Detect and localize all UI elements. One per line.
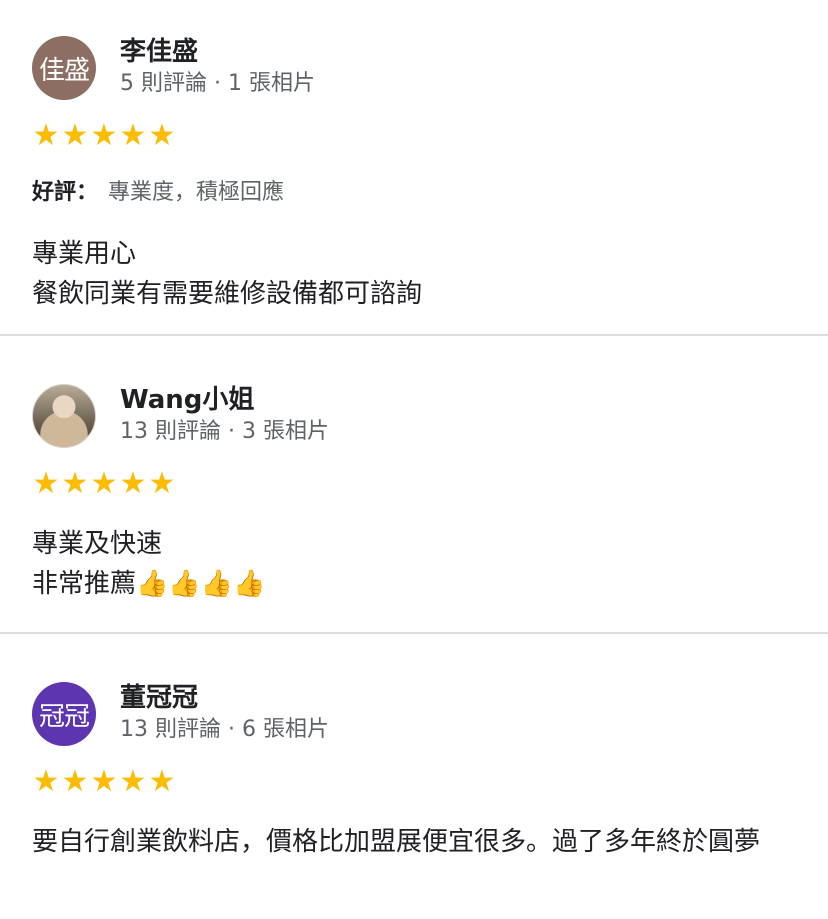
review-card: Wang小姐 13 則評論 · 3 張相片 ★ ★ ★ ★ ★ 專業及快速 非常… (0, 336, 828, 632)
reviewer-name[interactable]: 董冠冠 (120, 682, 329, 714)
review-header: Wang小姐 13 則評論 · 3 張相片 (32, 384, 804, 448)
star-rating: ★ ★ ★ ★ ★ (32, 468, 804, 500)
avatar[interactable]: 佳盛 (32, 36, 96, 100)
review-card: 冠冠 董冠冠 13 則評論 · 6 張相片 ★ ★ ★ ★ ★ 要自行創業飲料店… (0, 634, 828, 919)
star-icon: ★ (32, 118, 60, 153)
star-icon: ★ (119, 764, 147, 799)
star-icon: ★ (148, 118, 176, 153)
review-text-line: 非常推薦👍👍👍👍 (32, 569, 266, 599)
review-text: 要自行創業飲料店，價格比加盟展便宜很多。過了多年終於圓夢 (32, 822, 804, 862)
review-text-line: 專業及快速 (32, 529, 163, 559)
star-icon: ★ (61, 118, 89, 153)
avatar[interactable] (32, 384, 96, 448)
reviewer-name[interactable]: 李佳盛 (120, 36, 315, 68)
star-icon: ★ (119, 466, 147, 501)
reviewer-meta: Wang小姐 13 則評論 · 3 張相片 (120, 384, 329, 446)
highlight-label: 好評： (32, 180, 99, 205)
review-text: 專業用心 餐飲同業有需要維修設備都可諮詢 (32, 234, 804, 314)
star-rating: ★ ★ ★ ★ ★ (32, 766, 804, 798)
star-icon: ★ (90, 118, 118, 153)
review-header: 冠冠 董冠冠 13 則評論 · 6 張相片 (32, 682, 804, 746)
review-text-line: 要自行創業飲料店，價格比加盟展便宜很多。過了多年終於圓夢 (32, 827, 761, 857)
review-text: 專業及快速 非常推薦👍👍👍👍 (32, 524, 804, 604)
star-icon: ★ (61, 764, 89, 799)
star-icon: ★ (32, 466, 60, 501)
review-header: 佳盛 李佳盛 5 則評論 · 1 張相片 (32, 36, 804, 100)
star-rating: ★ ★ ★ ★ ★ (32, 120, 804, 152)
star-icon: ★ (148, 764, 176, 799)
star-icon: ★ (148, 466, 176, 501)
review-card: 佳盛 李佳盛 5 則評論 · 1 張相片 ★ ★ ★ ★ ★ 好評： 專業度，積極… (0, 0, 828, 334)
star-icon: ★ (119, 118, 147, 153)
review-text-line: 餐飲同業有需要維修設備都可諮詢 (32, 279, 423, 309)
star-icon: ★ (32, 764, 60, 799)
star-icon: ★ (90, 764, 118, 799)
review-highlights: 好評： 專業度，積極回應 (32, 178, 804, 208)
reviewer-stats: 5 則評論 · 1 張相片 (120, 71, 315, 96)
highlight-text: 專業度，積極回應 (108, 180, 285, 205)
star-icon: ★ (61, 466, 89, 501)
reviewer-stats: 13 則評論 · 6 張相片 (120, 717, 329, 742)
review-text-line: 專業用心 (32, 239, 137, 269)
reviewer-meta: 李佳盛 5 則評論 · 1 張相片 (120, 36, 315, 98)
star-icon: ★ (90, 466, 118, 501)
avatar[interactable]: 冠冠 (32, 682, 96, 746)
reviewer-meta: 董冠冠 13 則評論 · 6 張相片 (120, 682, 329, 744)
reviewer-name[interactable]: Wang小姐 (120, 384, 329, 416)
reviewer-stats: 13 則評論 · 3 張相片 (120, 419, 329, 444)
